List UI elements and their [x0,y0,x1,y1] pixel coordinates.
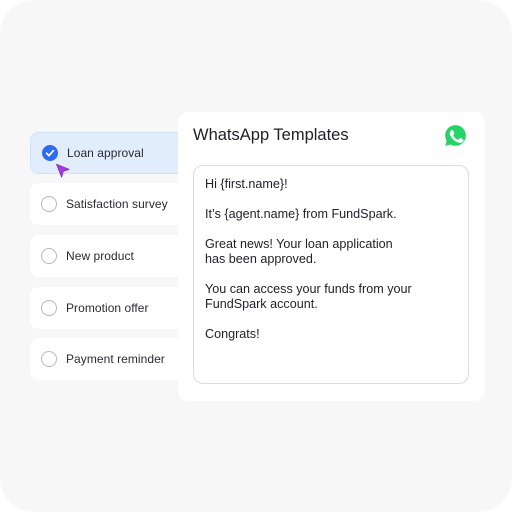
template-label: Satisfaction survey [66,197,168,211]
message-line: Hi {first.name}! [205,177,288,191]
template-option-promotion-offer[interactable]: Promotion offer [30,287,186,329]
template-option-new-product[interactable]: New product [30,235,186,277]
whatsapp-templates-panel: WhatsApp Templates Hi {first.name}! It’s… [178,112,485,401]
whatsapp-icon[interactable] [444,124,467,147]
template-label: Payment reminder [66,352,165,366]
template-option-payment-reminder[interactable]: Payment reminder [30,338,186,380]
message-line: Congrats! [205,327,260,341]
template-option-loan-approval[interactable]: Loan approval [30,132,186,174]
cursor-pointer-icon [56,163,70,178]
checked-radio-icon[interactable] [42,145,58,161]
template-label: Loan approval [67,146,144,160]
message-preview[interactable]: Hi {first.name}! It’s {agent.name} from … [193,165,469,384]
message-line: It’s {agent.name} from FundSpark. [205,207,397,221]
radio-icon[interactable] [41,300,57,316]
template-label: Promotion offer [66,301,149,315]
panel-title: WhatsApp Templates [193,126,349,144]
radio-icon[interactable] [41,351,57,367]
template-option-satisfaction-survey[interactable]: Satisfaction survey [30,183,186,225]
message-line: You can access your funds from your Fund… [205,282,412,311]
message-line: Great news! Your loan application has be… [205,237,393,266]
template-label: New product [66,249,134,263]
background-card: Loan approval Satisfaction survey New pr… [0,0,512,512]
radio-icon[interactable] [41,196,57,212]
radio-icon[interactable] [41,248,57,264]
